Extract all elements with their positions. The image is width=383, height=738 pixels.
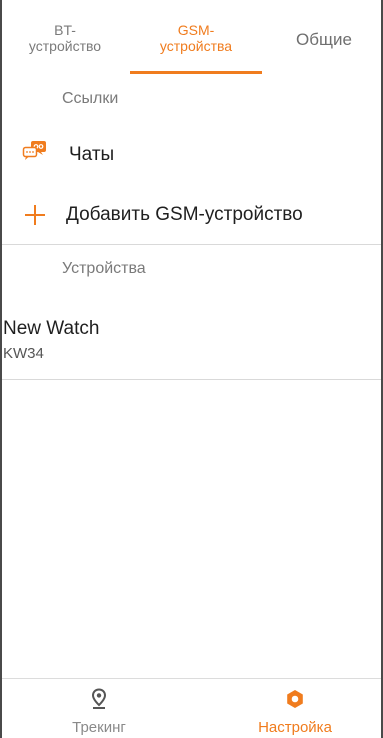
bottom-navigation: Трекинг Настройка — [2, 678, 381, 738]
nav-settings[interactable]: Настройка — [220, 679, 370, 738]
nav-tracking[interactable]: Трекинг — [24, 679, 174, 738]
device-list-item[interactable] — [2, 306, 381, 378]
chat-bubbles-icon — [22, 140, 48, 167]
add-gsm-device-row[interactable]: Добавить GSM-устройство — [2, 194, 381, 238]
nav-settings-label: Настройка — [258, 719, 332, 736]
chats-row[interactable]: Чаты — [2, 134, 381, 178]
tab-gsm-devices-line1: GSM- — [177, 22, 215, 38]
tab-gsm-devices-line2: устройства — [159, 38, 233, 54]
active-tab-indicator — [130, 71, 262, 74]
add-gsm-device-label: Добавить GSM-устройство — [66, 204, 303, 225]
tab-bt-device-line1: BT- — [54, 22, 76, 38]
location-pin-icon — [89, 688, 109, 710]
devices-section-header: Устройства — [62, 260, 146, 277]
tab-general[interactable]: Общие — [268, 31, 380, 48]
device-divider — [2, 379, 381, 380]
gear-icon — [285, 688, 305, 710]
device-model: KW34 — [3, 345, 44, 362]
nav-tracking-label: Трекинг — [72, 719, 126, 736]
links-section-header: Ссылки — [62, 90, 119, 107]
tab-bt-device[interactable]: BT- устройство — [6, 22, 124, 54]
top-tab-bar: BT- устройство GSM- устройства Общие — [0, 0, 383, 76]
device-name: New Watch — [3, 318, 100, 339]
chats-label: Чаты — [69, 144, 115, 165]
plus-icon — [24, 204, 46, 231]
tab-gsm-devices[interactable]: GSM- устройства — [130, 22, 262, 54]
tab-bt-device-line2: устройство — [28, 38, 102, 54]
section-divider — [2, 244, 381, 245]
